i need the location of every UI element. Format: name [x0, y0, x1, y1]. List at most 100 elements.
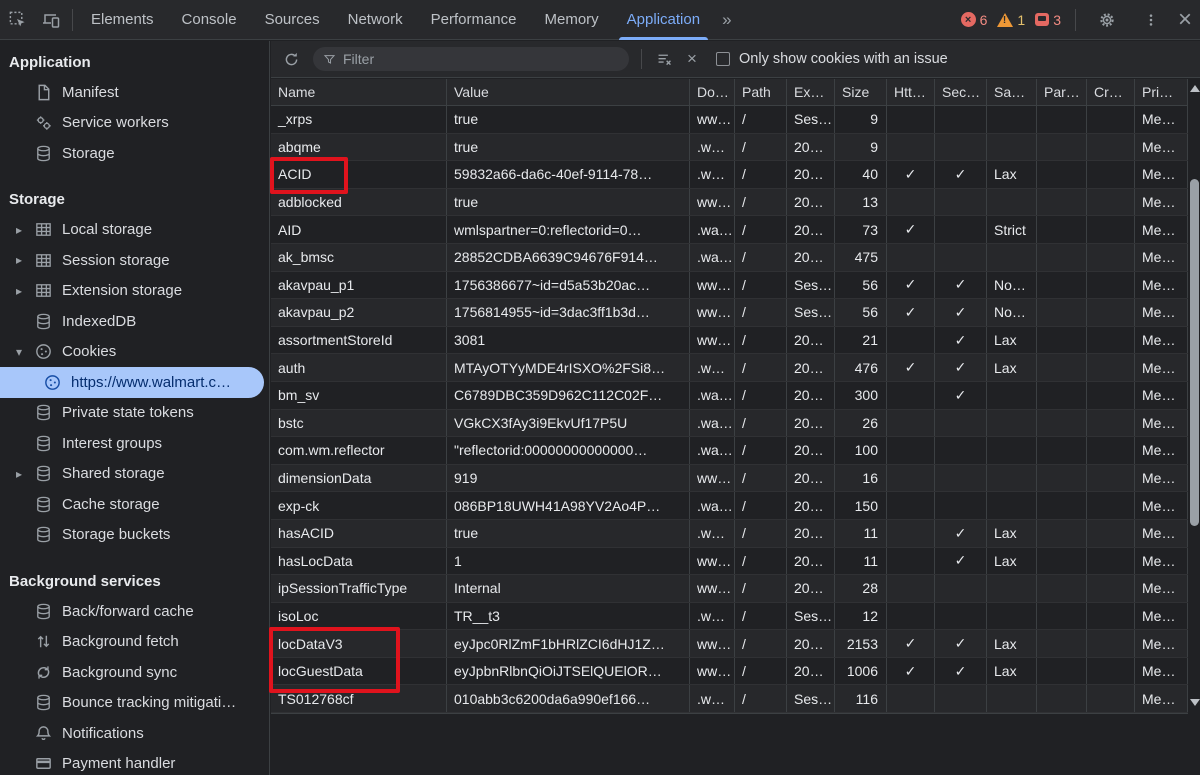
column-header-htt[interactable]: Htt…	[887, 79, 935, 105]
sidebar-item-session-storage[interactable]: ▸ Session storage	[0, 245, 269, 276]
tab-sources[interactable]: Sources	[251, 0, 334, 40]
cookie-row[interactable]: ipSessionTrafficType Internal ww… / 20… …	[271, 575, 1188, 603]
cell-httponly: ✓	[887, 216, 935, 243]
sidebar-item-shared-storage[interactable]: ▸ Shared storage	[0, 459, 269, 490]
tab-performance[interactable]: Performance	[417, 0, 531, 40]
sidebar-item-service-workers[interactable]: Service workers	[0, 108, 269, 139]
sidebar-item-cookies[interactable]: ▾ Cookies	[0, 337, 269, 368]
cell-crosssite	[1087, 106, 1135, 133]
disclosure-arrow-icon[interactable]: ▾	[16, 345, 33, 359]
disclosure-arrow-icon[interactable]: ▸	[16, 253, 33, 267]
cookie-row[interactable]: _xrps true ww… / Ses… 9 Me…	[271, 106, 1188, 134]
cookie-row[interactable]: isoLoc TR__t3 .w… / Ses… 12 Me…	[271, 603, 1188, 631]
scrollbar-thumb[interactable]	[1190, 179, 1199, 526]
sidebar-item-bounce-tracking-mitigati[interactable]: Bounce tracking mitigati…	[0, 688, 269, 719]
cookie-row[interactable]: locDataV3 eyJpc0RlZmF1bHRlZCI6dHJ1Z… ww……	[271, 630, 1188, 658]
column-header-do[interactable]: Do…	[690, 79, 735, 105]
column-header-size[interactable]: Size	[835, 79, 887, 105]
only-show-issue-label[interactable]: Only show cookies with an issue	[739, 51, 948, 67]
cookie-row[interactable]: adblocked true ww… / 20… 13 Me…	[271, 189, 1188, 217]
scroll-down-arrow-icon[interactable]	[1190, 699, 1200, 706]
cell-httponly	[887, 134, 935, 161]
sidebar-item-background-sync[interactable]: Background sync	[0, 657, 269, 688]
sidebar-item-background-fetch[interactable]: Background fetch	[0, 627, 269, 658]
column-header-path[interactable]: Path	[735, 79, 787, 105]
cookie-row[interactable]: akavpau_p2 1756814955~id=3dac3ff1b3d… ww…	[271, 299, 1188, 327]
sidebar-item-local-storage[interactable]: ▸ Local storage	[0, 215, 269, 246]
cell-name: hasLocData	[271, 548, 447, 575]
column-header-sec[interactable]: Sec…	[935, 79, 987, 105]
disclosure-arrow-icon[interactable]: ▸	[16, 284, 33, 298]
cell-priority: Me…	[1135, 134, 1188, 161]
vertical-scrollbar[interactable]	[1188, 79, 1200, 715]
cookie-row[interactable]: bstc VGkCX3fAy3i9EkvUf17P5U .wa… / 20… 2…	[271, 410, 1188, 438]
disclosure-arrow-icon[interactable]: ▸	[16, 467, 33, 481]
cookie-row[interactable]: ak_bmsc 28852CDBA6639C94676F914… .wa… / …	[271, 244, 1188, 272]
column-header-ex[interactable]: Ex…	[787, 79, 835, 105]
cookie-row[interactable]: ACID 59832a66-da6c-40ef-9114-78… .w… / 2…	[271, 161, 1188, 189]
more-tabs-icon[interactable]: »	[714, 10, 739, 30]
tab-memory[interactable]: Memory	[531, 0, 613, 40]
cookie-row[interactable]: abqme true .w… / 20… 9 Me…	[271, 134, 1188, 162]
tab-network[interactable]: Network	[334, 0, 417, 40]
cell-crosssite	[1087, 382, 1135, 409]
sidebar-item-payment-handler[interactable]: Payment handler	[0, 749, 269, 775]
clear-all-cookies-icon[interactable]	[650, 45, 678, 73]
error-badge[interactable]: × 6	[961, 12, 988, 28]
sidebar-item-extension-storage[interactable]: ▸ Extension storage	[0, 276, 269, 307]
cookie-row[interactable]: bm_sv C6789DBC359D962C112C02F… .wa… / 20…	[271, 382, 1188, 410]
cell-expires: 20…	[787, 548, 835, 575]
panel-tabs: ElementsConsoleSourcesNetworkPerformance…	[77, 0, 714, 40]
column-header-value[interactable]: Value	[447, 79, 690, 105]
cell-expires: 20…	[787, 492, 835, 519]
inspect-element-icon[interactable]	[0, 4, 34, 36]
sidebar-item-interest-groups[interactable]: Interest groups	[0, 428, 269, 459]
filter-input[interactable]	[343, 51, 619, 67]
cookie-row[interactable]: dimensionData 919 ww… / 20… 16 Me…	[271, 465, 1188, 493]
sidebar-item-cache-storage[interactable]: Cache storage	[0, 489, 269, 520]
cell-size: 9	[835, 134, 887, 161]
device-toolbar-icon[interactable]	[34, 4, 68, 36]
column-header-pri[interactable]: Pri…	[1135, 79, 1188, 105]
sidebar-item-private-state-tokens[interactable]: Private state tokens	[0, 398, 269, 429]
cookie-row[interactable]: AID wmlspartner=0:reflectorid=0… .wa… / …	[271, 216, 1188, 244]
cookie-row[interactable]: exp-ck 086BP18UWH41A98YV2Ao4P… .wa… / 20…	[271, 492, 1188, 520]
disclosure-arrow-icon[interactable]: ▸	[16, 223, 33, 237]
sidebar-item-notifications[interactable]: Notifications	[0, 718, 269, 749]
cookie-row[interactable]: hasACID true .w… / 20… 11 ✓ Lax Me…	[271, 520, 1188, 548]
cookie-row[interactable]: assortmentStoreId 3081 ww… / 20… 21 ✓ La…	[271, 327, 1188, 355]
column-header-par[interactable]: Par…	[1037, 79, 1087, 105]
only-show-issue-checkbox[interactable]	[716, 52, 730, 66]
delete-selected-icon[interactable]: ×	[678, 45, 706, 73]
column-header-name[interactable]: Name	[271, 79, 447, 105]
sidebar-item-manifest[interactable]: Manifest	[0, 77, 269, 108]
scroll-up-arrow-icon[interactable]	[1190, 85, 1200, 92]
cookie-row[interactable]: com.wm.reflector "reflectorid:0000000000…	[271, 437, 1188, 465]
sidebar-item-https-www-walmart-c[interactable]: https://www.walmart.c…	[0, 367, 264, 398]
menu-kebab-icon[interactable]	[1134, 4, 1168, 36]
tab-application[interactable]: Application	[613, 0, 714, 40]
sidebar-item-label: Bounce tracking mitigati…	[62, 694, 240, 711]
refresh-icon[interactable]	[277, 45, 305, 73]
cookie-row[interactable]: akavpau_p1 1756386677~id=d5a53b20ac… ww……	[271, 272, 1188, 300]
issues-badge[interactable]: 3	[1035, 12, 1061, 28]
sidebar-item-back-forward-cache[interactable]: Back/forward cache	[0, 596, 269, 627]
cookie-row[interactable]: hasLocData 1 ww… / 20… 11 ✓ Lax Me…	[271, 548, 1188, 576]
sidebar-item-storage[interactable]: Storage	[0, 138, 269, 169]
column-header-cr[interactable]: Cr…	[1087, 79, 1135, 105]
tab-elements[interactable]: Elements	[77, 0, 168, 40]
warning-badge[interactable]: 1	[997, 12, 1025, 28]
filter-box[interactable]	[313, 47, 629, 71]
settings-gear-icon[interactable]	[1090, 4, 1124, 36]
sidebar-item-indexeddb[interactable]: IndexedDB	[0, 306, 269, 337]
tab-console[interactable]: Console	[168, 0, 251, 40]
close-icon[interactable]: ×	[1178, 8, 1192, 32]
cookie-row[interactable]: TS012768cf 010abb3c6200da6a990ef166… .w……	[271, 685, 1188, 713]
cookie-row[interactable]: auth MTAyOTYyMDE4rISXO%2FSi8… .w… / 20… …	[271, 354, 1188, 382]
cookie-row[interactable]: locGuestData eyJpbnRlbnQiOiJTSElQUElOR… …	[271, 658, 1188, 686]
sidebar-section: Background services Back/forward cache B…	[0, 566, 269, 775]
cell-crosssite	[1087, 134, 1135, 161]
column-header-sa[interactable]: Sa…	[987, 79, 1037, 105]
cell-domain: ww…	[690, 658, 735, 685]
sidebar-item-storage-buckets[interactable]: Storage buckets	[0, 520, 269, 551]
